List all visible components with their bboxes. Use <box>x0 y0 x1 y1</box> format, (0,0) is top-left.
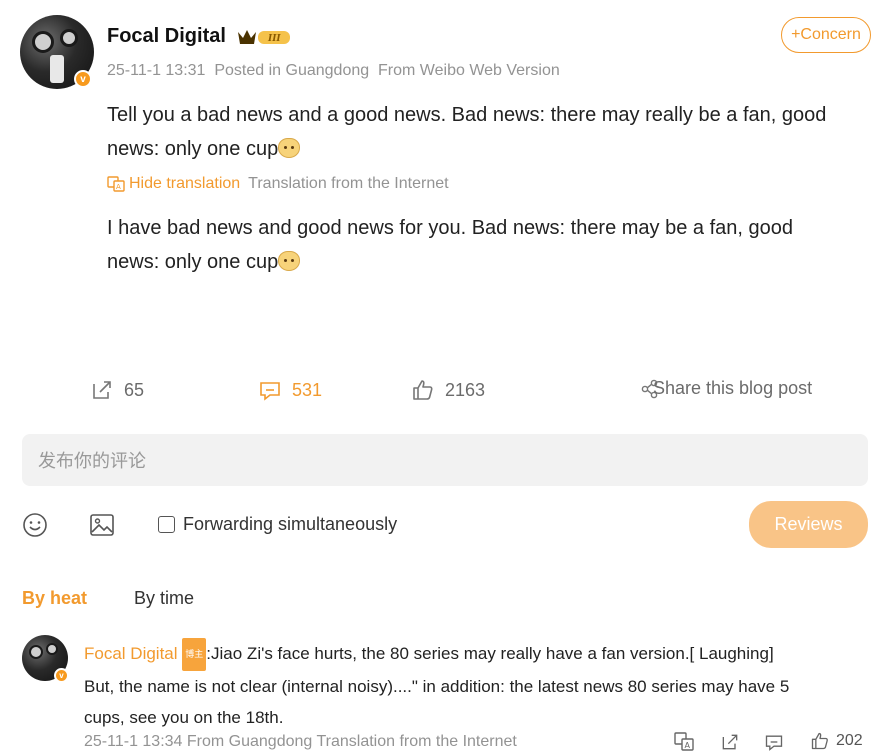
emoji-picker-button[interactable] <box>22 512 48 538</box>
repost-button[interactable]: 65 <box>90 378 144 402</box>
share-button[interactable]: Share this blog post <box>641 378 812 399</box>
forward-label[interactable]: Forwarding simultaneously <box>183 514 397 535</box>
post-text-line-1: Tell you a bad news and a good news. Bad… <box>107 104 827 126</box>
svg-text:III: III <box>267 34 281 44</box>
verified-badge-icon: v <box>54 668 69 683</box>
author-tag-badge: 博主 <box>182 638 207 672</box>
dog-emoji-icon <box>278 137 301 158</box>
comment-like-count: 202 <box>836 732 863 749</box>
comment-icon <box>260 382 280 401</box>
hide-translation-link[interactable]: Hide translation <box>129 175 240 193</box>
comment-reply-button[interactable] <box>764 732 784 756</box>
comment-count: 531 <box>292 379 323 400</box>
tab-by-time[interactable]: By time <box>134 588 194 609</box>
comment-like-button[interactable]: 202 <box>810 731 863 751</box>
comment-icon <box>765 735 783 751</box>
comment-line-3: cups, see you on the 18th. <box>84 708 284 728</box>
comment-body: Focal Digital 博主:Jiao Zi's face hurts, t… <box>84 638 789 733</box>
author-name[interactable]: Focal Digital <box>107 25 226 48</box>
svg-text:A: A <box>685 741 691 750</box>
post-source: From Weibo Web Version <box>378 62 560 79</box>
post-location: Posted in Guangdong <box>214 62 370 79</box>
forward-checkbox[interactable] <box>158 516 175 533</box>
vip-crown-icon: III <box>236 26 292 48</box>
comment-line-1: Focal Digital 博主:Jiao Zi's face hurts, t… <box>84 638 789 672</box>
repost-icon <box>93 381 111 399</box>
translated-line-1: I have bad news and good news for you. B… <box>107 217 794 239</box>
comment-repost-button[interactable] <box>720 732 740 756</box>
like-button[interactable]: 2163 <box>411 378 485 402</box>
translated-body: I have bad news and good news for you. B… <box>107 211 793 279</box>
translation-bar: A Hide translation Translation from the … <box>107 175 449 193</box>
comment-line-2: But, the name is not clear (internal noi… <box>84 677 790 697</box>
post-text-line-2: news: only one cup <box>107 132 826 166</box>
thumbs-up-icon <box>811 732 828 750</box>
repost-count: 65 <box>124 379 145 400</box>
tab-by-heat[interactable]: By heat <box>22 588 87 609</box>
image-icon <box>90 514 114 536</box>
comment-author-name[interactable]: Focal Digital <box>84 644 178 663</box>
submit-review-button[interactable]: Reviews <box>749 501 868 548</box>
forward-option: Forwarding simultaneously <box>158 514 397 535</box>
image-upload-button[interactable] <box>89 512 115 538</box>
follow-button[interactable]: +Concern <box>781 17 871 53</box>
post-meta: 25-11-1 13:31 Posted in Guangdong From W… <box>107 62 560 80</box>
translate-icon: A <box>107 176 125 192</box>
translate-icon: A <box>674 732 694 751</box>
verified-badge-icon: v <box>74 70 92 88</box>
smiley-icon <box>23 513 47 537</box>
like-count: 2163 <box>445 379 486 400</box>
share-label: Share this blog post <box>653 378 813 398</box>
svg-text:A: A <box>116 183 121 191</box>
post-timestamp[interactable]: 25-11-1 13:31 <box>107 62 205 79</box>
comment-meta: 25-11-1 13:34 From Guangdong Translation… <box>84 733 517 750</box>
translated-line-2: news: only one cup <box>107 245 793 279</box>
comment-input[interactable]: 发布你的评论 <box>22 434 868 486</box>
translation-source: Translation from the Internet <box>248 175 449 192</box>
post-body: Tell you a bad news and a good news. Bad… <box>107 98 826 166</box>
dog-emoji-icon <box>278 250 301 271</box>
thumbs-up-icon <box>413 380 433 400</box>
comment-translate-button[interactable]: A <box>674 732 694 756</box>
comment-button[interactable]: 531 <box>258 378 322 402</box>
repost-icon <box>722 734 738 750</box>
